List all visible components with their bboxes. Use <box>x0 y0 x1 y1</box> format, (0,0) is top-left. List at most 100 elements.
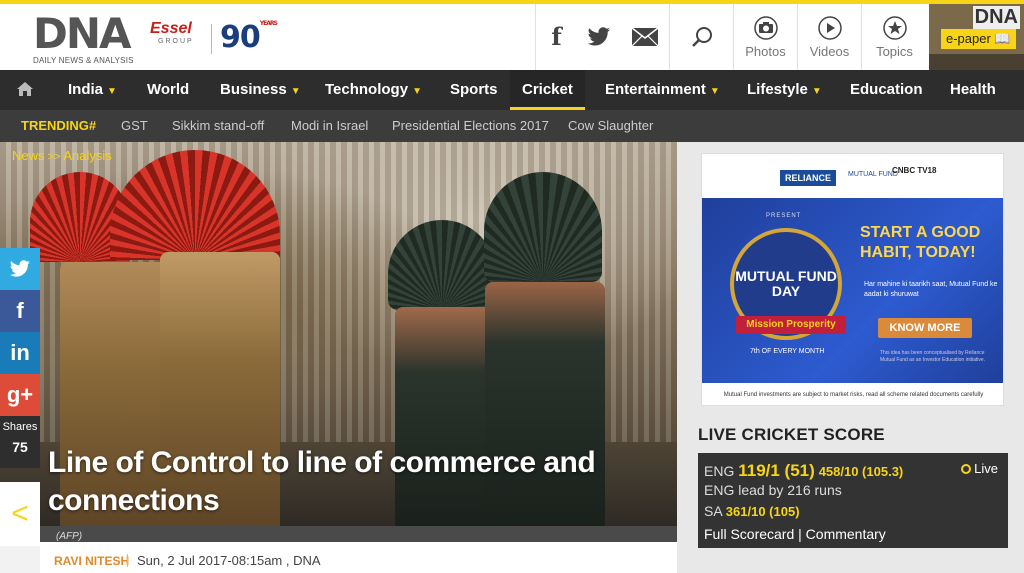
facebook-link[interactable]: f <box>535 4 577 70</box>
score-lead-row: ENG lead by 216 runs <box>704 482 1002 503</box>
photos-label: Photos <box>745 43 786 59</box>
previous-article-button[interactable]: < <box>0 482 40 546</box>
header-icon-bar: f Photos Videos Topics <box>535 4 927 70</box>
live-score-title: LIVE CRICKET SCORE <box>698 425 885 444</box>
trending-item[interactable]: Presidential Elections 2017 <box>392 110 549 142</box>
trending-item[interactable]: Sikkim stand-off <box>172 110 264 142</box>
article-dateline: Sun, 2 Jul 2017-08:15am , DNA <box>137 553 321 568</box>
ad-ribbon: Mission Prosperity <box>736 316 846 334</box>
home-icon[interactable] <box>16 81 34 97</box>
essel-group-logo[interactable]: Essel GROUP <box>150 20 206 54</box>
twitter-icon <box>587 27 610 46</box>
twitter-link[interactable] <box>577 4 621 70</box>
trending-label: TRENDING# <box>21 118 97 133</box>
star-icon <box>882 15 907 40</box>
nav-item-india[interactable]: India ▼ <box>68 70 117 110</box>
photo-credit-bar: (AFP) <box>40 526 677 542</box>
team1-previous-innings: 458/10 (105.3) <box>818 464 904 479</box>
live-indicator: Live <box>961 461 998 476</box>
ad-cnbc-logo: CNBC TV18 <box>892 166 937 175</box>
ad-know-more-button[interactable]: KNOW MORE <box>878 318 972 338</box>
mail-icon <box>631 27 659 47</box>
team2-name: SA <box>704 503 722 519</box>
ninety-number: 90 <box>220 20 261 55</box>
ad-header: RELIANCE MUTUAL FUND CNBC TV18 <box>702 154 1003 198</box>
nav-item-cricket[interactable]: Cricket <box>510 70 585 110</box>
shares-label: Shares <box>2 421 38 433</box>
ad-fineprint: This idea has been conceptualised by Rel… <box>880 350 986 363</box>
share-bar: f in g+ Shares 75 <box>0 248 40 468</box>
chevron-down-icon: ▼ <box>811 86 822 97</box>
article-headline: Line of Control to line of commerce and … <box>48 446 596 517</box>
nav-item-world[interactable]: World <box>147 70 189 110</box>
chevron-down-icon: ▼ <box>709 86 720 97</box>
essel-group-text: GROUP <box>158 38 194 45</box>
ad-headline: START A GOOD HABIT, TODAY! <box>860 224 981 261</box>
nav-item-technology[interactable]: Technology ▼ <box>325 70 422 110</box>
chevron-left-icon: < <box>11 497 29 530</box>
breadcrumb-analysis[interactable]: Analysis <box>63 148 111 163</box>
breadcrumb-news[interactable]: News <box>12 148 45 163</box>
mail-link[interactable] <box>621 4 669 70</box>
author-link[interactable]: RAVI NITESH <box>54 554 129 568</box>
scorecard-links[interactable]: Full Scorecard | Commentary <box>704 526 1002 542</box>
nav-item-entertainment[interactable]: Entertainment ▼ <box>605 70 720 110</box>
play-icon <box>817 15 842 40</box>
chevron-down-icon: ▼ <box>412 86 422 97</box>
nav-item-health[interactable]: Health <box>950 70 996 110</box>
share-twitter-button[interactable] <box>0 248 40 290</box>
trending-item[interactable]: Cow Slaughter <box>568 110 653 142</box>
live-score-widget[interactable]: ENG 119/1 (51) 458/10 (105.3) Live ENG l… <box>698 453 1008 548</box>
trending-item[interactable]: Modi in Israel <box>291 110 368 142</box>
ad-present-text: PRESENT <box>766 213 802 219</box>
epaper-preview-strip <box>929 54 1024 70</box>
breadcrumb: News >> Analysis <box>12 148 112 163</box>
twitter-icon <box>9 260 30 277</box>
ad-reliance-logo: RELIANCE <box>780 170 837 186</box>
topics-link[interactable]: Topics <box>861 4 927 70</box>
linkedin-icon: in <box>10 340 30 365</box>
ad-body: PRESENT MUTUAL FUND DAY Mission Prosperi… <box>702 198 1003 383</box>
main-nav: India ▼ World Business ▼ Technology ▼ Sport… <box>0 70 1024 110</box>
nav-item-sports[interactable]: Sports <box>450 70 498 110</box>
epaper-logo: DNA <box>972 6 1020 29</box>
chevron-down-icon: ▼ <box>290 86 301 97</box>
ninety-years-logo: 90YEARS <box>220 20 278 55</box>
team1-score: 119/1 (51) <box>738 461 815 480</box>
share-linkedin-button[interactable]: in <box>0 332 40 374</box>
trending-bar: TRENDING# GST Sikkim stand-off Modi in I… <box>0 110 1024 142</box>
photos-link[interactable]: Photos <box>733 4 797 70</box>
share-facebook-button[interactable]: f <box>0 290 40 332</box>
team2-score: 361/10 (105) <box>725 504 800 519</box>
advertisement[interactable]: RELIANCE MUTUAL FUND CNBC TV18 PRESENT M… <box>701 153 1004 406</box>
dna-logo[interactable]: DNA DAILY NEWS & ANALYSIS <box>33 9 134 66</box>
breadcrumb-separator: >> <box>47 151 61 163</box>
turban-fan-black <box>484 172 602 282</box>
trending-item[interactable]: GST <box>121 110 148 142</box>
share-googleplus-button[interactable]: g+ <box>0 374 40 416</box>
logo-text: DNA <box>33 9 132 58</box>
chevron-down-icon: ▼ <box>107 86 117 97</box>
ad-mutual-fund-text: MUTUAL FUND <box>848 171 898 178</box>
divider <box>211 24 212 54</box>
divider <box>127 554 128 567</box>
nav-item-lifestyle[interactable]: Lifestyle ▼ <box>747 70 822 110</box>
live-dot-icon <box>961 464 972 474</box>
site-header: DNA DAILY NEWS & ANALYSIS Essel GROUP 90… <box>0 4 1024 70</box>
nav-item-business[interactable]: Business ▼ <box>220 70 301 110</box>
topics-label: Topics <box>876 43 913 59</box>
ninety-years-text: YEARS <box>259 20 278 27</box>
search-icon <box>691 27 712 47</box>
search-button[interactable] <box>669 4 733 70</box>
facebook-icon: f <box>16 298 24 323</box>
photo-credit: (AFP) <box>56 531 83 542</box>
score-row-team2: SA 361/10 (105) <box>704 503 1002 524</box>
share-count: Shares 75 <box>0 416 40 468</box>
nav-item-education[interactable]: Education <box>850 70 923 110</box>
epaper-link[interactable]: DNA e-paper 📖 <box>929 4 1024 70</box>
videos-link[interactable]: Videos <box>797 4 861 70</box>
logo-tagline: DAILY NEWS & ANALYSIS <box>33 56 134 65</box>
essel-text: Essel <box>150 20 192 37</box>
ad-monthly-text: 7th OF EVERY MONTH <box>750 348 825 355</box>
score-row-team1: ENG 119/1 (51) 458/10 (105.3) Live <box>704 461 1002 482</box>
